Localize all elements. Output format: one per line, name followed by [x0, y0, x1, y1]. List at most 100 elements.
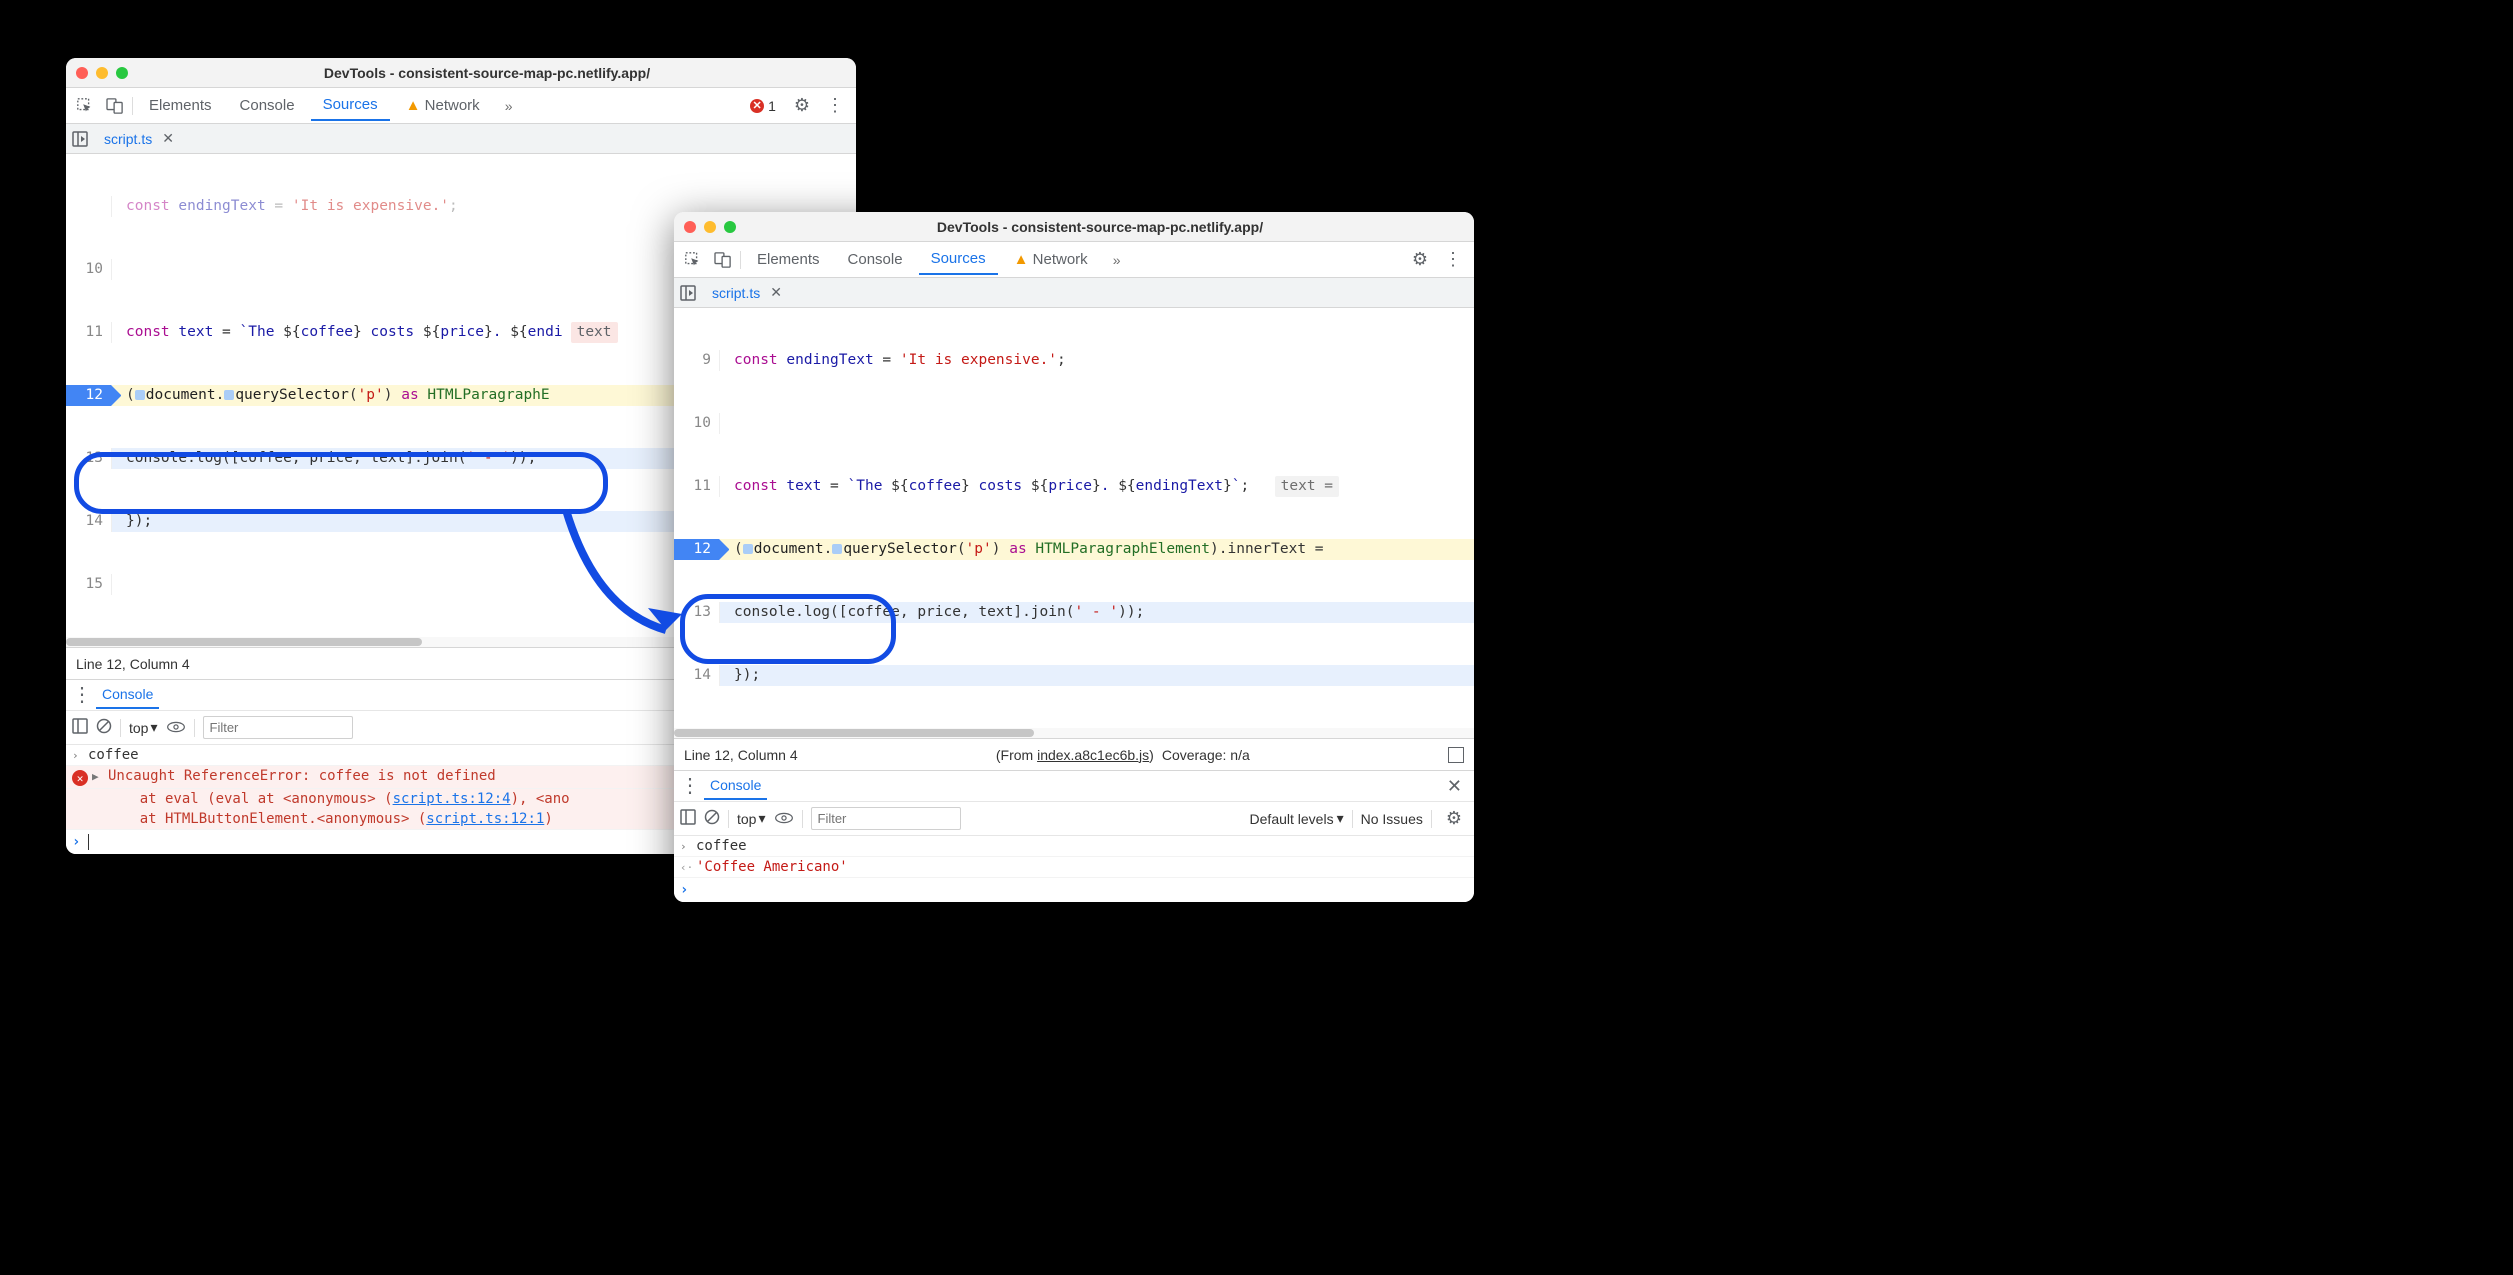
console-input-line: › coffee	[674, 836, 1474, 857]
live-expression-icon[interactable]	[774, 811, 794, 827]
tab-console[interactable]: Console	[228, 91, 307, 120]
line-partial	[66, 196, 112, 217]
coverage-label: Coverage: n/a	[1162, 747, 1250, 763]
drawer-tab-console[interactable]: Console	[704, 772, 767, 800]
log-level-selector[interactable]: Default levels ▾	[1250, 810, 1344, 827]
console-settings-icon[interactable]: ⚙	[1440, 808, 1468, 829]
kebab-menu-icon[interactable]: ⋮	[1438, 249, 1468, 270]
coverage-toggle-icon[interactable]	[1448, 747, 1464, 763]
token-pill-icon	[135, 390, 145, 400]
device-icon[interactable]	[710, 247, 736, 273]
return-chevron-icon: ‹·	[680, 859, 696, 874]
tab-elements[interactable]: Elements	[137, 91, 224, 120]
log-level-value: Default levels	[1250, 811, 1334, 827]
kebab-menu-icon[interactable]: ⋮	[820, 95, 850, 116]
inspect-icon[interactable]	[680, 247, 706, 273]
main-toolbar: Elements Console Sources Network » ⚙ ⋮	[674, 242, 1474, 278]
stack-trace-1: at eval (eval at <anonymous> (script.ts:…	[106, 791, 570, 807]
line-number-13[interactable]: 13	[66, 448, 112, 469]
console-sidebar-toggle-icon[interactable]	[680, 809, 696, 828]
no-issues-button[interactable]: No Issues	[1361, 811, 1423, 827]
navigator-toggle-icon[interactable]	[72, 131, 88, 147]
more-tabs-icon[interactable]: »	[496, 93, 522, 119]
line-number-14[interactable]: 14	[66, 511, 112, 532]
close-window-button[interactable]	[684, 221, 696, 233]
minimize-window-button[interactable]	[96, 67, 108, 79]
horizontal-scrollbar[interactable]	[674, 728, 1474, 738]
error-count-badge[interactable]: ✕1	[750, 98, 776, 114]
line-number-15[interactable]: 15	[66, 574, 112, 595]
console-filter-input[interactable]	[203, 716, 353, 739]
line-number-11[interactable]: 11	[674, 476, 720, 497]
clear-console-icon[interactable]	[96, 718, 112, 737]
settings-icon[interactable]: ⚙	[1406, 249, 1434, 270]
editor-status-bar: Line 12, Column 4 (From index.a8c1ec6b.j…	[674, 738, 1474, 770]
tab-network-label: Network	[425, 97, 480, 114]
zoom-window-button[interactable]	[724, 221, 736, 233]
code-line-12: (document.querySelector('p') as HTMLPara…	[720, 539, 1474, 560]
context-selector-value: top	[737, 811, 756, 827]
sourcemap-link[interactable]: index.a8c1ec6b.js	[1037, 747, 1149, 763]
text-caret[interactable]	[88, 834, 89, 850]
drawer-kebab-icon[interactable]: ⋮	[680, 776, 700, 796]
tab-network-label: Network	[1033, 251, 1088, 268]
tab-sources[interactable]: Sources	[311, 90, 390, 121]
inline-watch-text: text	[571, 322, 618, 343]
scrollbar-thumb[interactable]	[66, 638, 422, 646]
sourcemap-origin: (From index.a8c1ec6b.js)	[996, 747, 1154, 763]
close-tab-icon[interactable]: ✕	[162, 130, 174, 147]
zoom-window-button[interactable]	[116, 67, 128, 79]
minimize-window-button[interactable]	[704, 221, 716, 233]
inspect-icon[interactable]	[72, 93, 98, 119]
error-circle-icon: ✕	[750, 99, 764, 113]
clear-console-icon[interactable]	[704, 809, 720, 828]
tab-elements[interactable]: Elements	[745, 245, 832, 274]
tab-sources[interactable]: Sources	[919, 244, 998, 275]
console-prompt: ›	[674, 878, 1474, 902]
error-count-value: 1	[768, 98, 776, 114]
more-tabs-icon[interactable]: »	[1104, 247, 1130, 273]
file-tab-script[interactable]: script.ts ✕	[96, 126, 182, 151]
line-number-9[interactable]: 9	[674, 350, 720, 371]
expand-chevron-icon[interactable]: ▶	[92, 768, 108, 783]
window-title: DevTools - consistent-source-map-pc.netl…	[736, 219, 1464, 235]
titlebar: DevTools - consistent-source-map-pc.netl…	[674, 212, 1474, 242]
line-number-10[interactable]: 10	[66, 259, 112, 280]
warning-icon	[406, 97, 421, 114]
console-result-text: 'Coffee Americano'	[696, 859, 848, 875]
inline-watch-text: text =	[1275, 476, 1339, 497]
main-toolbar: Elements Console Sources Network » ✕1 ⚙ …	[66, 88, 856, 124]
source-link[interactable]: script.ts:12:4	[393, 791, 511, 807]
settings-icon[interactable]: ⚙	[788, 95, 816, 116]
context-selector[interactable]: top ▾	[129, 719, 158, 736]
source-editor[interactable]: 9const endingText = 'It is expensive.'; …	[674, 308, 1474, 728]
annotation-arrow	[556, 500, 716, 663]
navigator-toggle-icon[interactable]	[680, 285, 696, 301]
console-filter-input[interactable]	[811, 807, 961, 830]
device-icon[interactable]	[102, 93, 128, 119]
line-number-10[interactable]: 10	[674, 413, 720, 434]
line-number-11[interactable]: 11	[66, 322, 112, 343]
close-tab-icon[interactable]: ✕	[770, 284, 782, 301]
token-pill-icon	[743, 544, 753, 554]
drawer-tab-console[interactable]: Console	[96, 681, 159, 709]
tab-network[interactable]: Network	[1002, 245, 1100, 274]
traffic-lights	[684, 221, 736, 233]
caret-down-icon: ▾	[1337, 810, 1344, 827]
prompt-chevron-icon: ›	[680, 838, 696, 853]
close-window-button[interactable]	[76, 67, 88, 79]
caret-down-icon: ▾	[758, 810, 765, 827]
context-selector[interactable]: top ▾	[737, 810, 766, 827]
drawer-kebab-icon[interactable]: ⋮	[72, 685, 92, 705]
breakpoint-line-12[interactable]: 12	[66, 385, 112, 406]
console-sidebar-toggle-icon[interactable]	[72, 718, 88, 737]
close-drawer-icon[interactable]: ✕	[1441, 776, 1468, 797]
scrollbar-thumb[interactable]	[674, 729, 1034, 737]
tab-console[interactable]: Console	[836, 245, 915, 274]
source-link[interactable]: script.ts:12:1	[426, 811, 544, 827]
line-number-14[interactable]: 14	[674, 665, 720, 686]
code-line-14: });	[720, 665, 1474, 686]
file-tab-script[interactable]: script.ts ✕	[704, 280, 790, 305]
tab-network[interactable]: Network	[394, 91, 492, 120]
live-expression-icon[interactable]	[166, 720, 186, 736]
